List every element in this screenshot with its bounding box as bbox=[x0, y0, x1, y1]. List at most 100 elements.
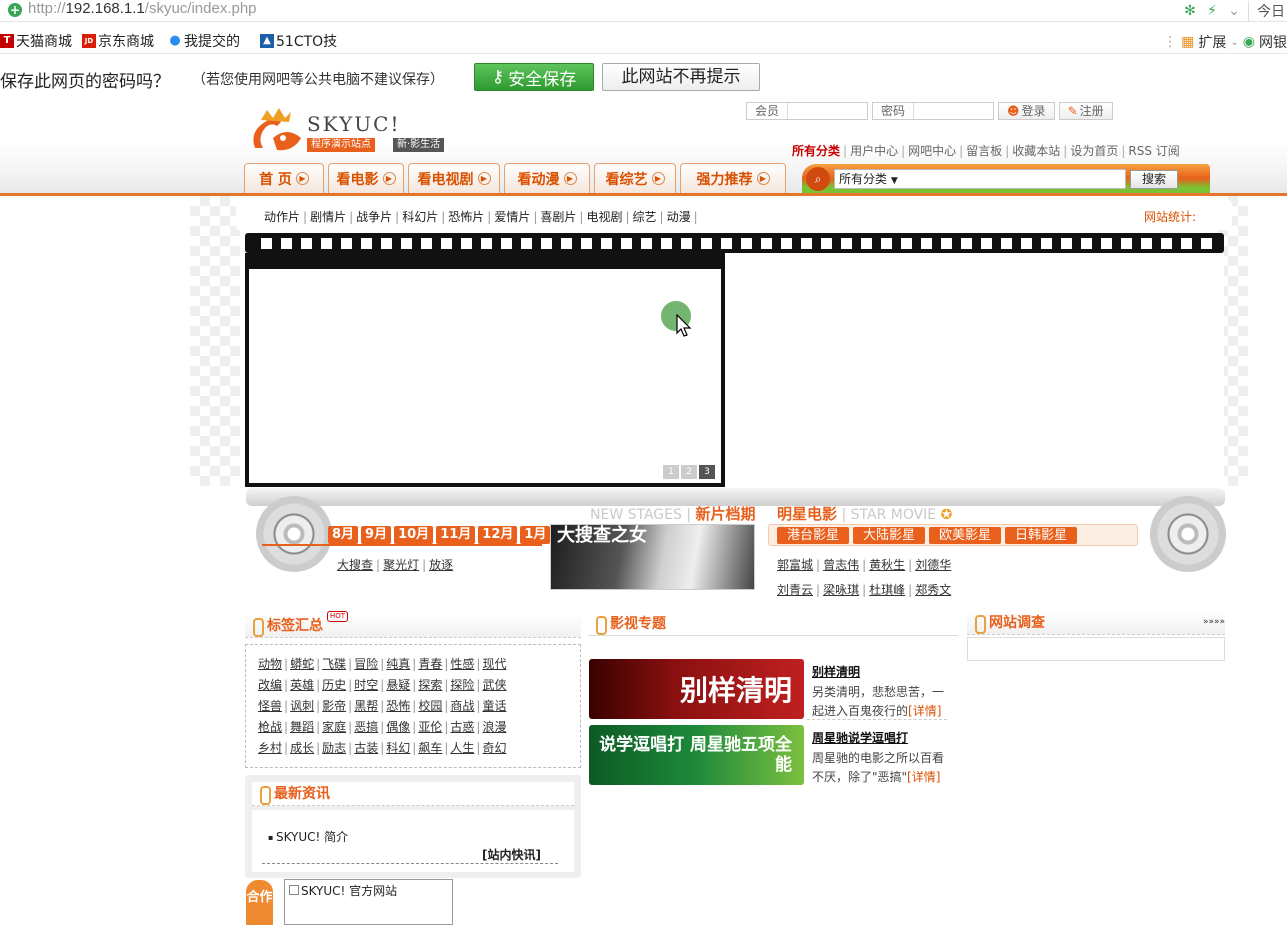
tag-link[interactable]: 影帝 bbox=[322, 699, 346, 713]
tag-link[interactable]: 浪漫 bbox=[482, 720, 506, 734]
month-tab[interactable]: 1月 bbox=[520, 526, 551, 544]
tag-link[interactable]: 纯真 bbox=[386, 657, 410, 671]
tag-link[interactable]: 探险 bbox=[450, 678, 474, 692]
never-remind-button[interactable]: 此网站不再提示 bbox=[602, 63, 760, 91]
login-button[interactable]: ☻ 登录 bbox=[998, 102, 1055, 120]
partner-image[interactable]: SKYUC! 官方网站 bbox=[284, 879, 453, 925]
news-more-link[interactable]: [站内快讯] bbox=[482, 846, 541, 863]
tag-link[interactable]: 乡村 bbox=[258, 741, 282, 755]
category-link[interactable]: 动作片 bbox=[264, 210, 300, 224]
star-tab[interactable]: 港台影星 bbox=[777, 527, 850, 544]
tag-link[interactable]: 舞蹈 bbox=[290, 720, 314, 734]
month-tab[interactable]: 9月 bbox=[361, 526, 392, 544]
tag-link[interactable]: 枪战 bbox=[258, 720, 282, 734]
category-link[interactable]: 剧情片 bbox=[310, 210, 346, 224]
top-link[interactable]: 所有分类 bbox=[792, 144, 840, 158]
category-link[interactable]: 动漫 bbox=[667, 210, 691, 224]
nav-variety[interactable]: 看综艺 ▶ bbox=[594, 163, 676, 193]
tag-link[interactable]: 英雄 bbox=[290, 678, 314, 692]
tag-link[interactable]: 亚伦 bbox=[418, 720, 442, 734]
top-link[interactable]: 网吧中心 bbox=[908, 144, 956, 158]
tag-link[interactable]: 悬疑 bbox=[386, 678, 410, 692]
top-link[interactable]: 收藏本站 bbox=[1012, 144, 1060, 158]
star-tab[interactable]: 大陆影星 bbox=[853, 527, 926, 544]
month-tab[interactable]: 11月 bbox=[436, 526, 476, 544]
tag-link[interactable]: 性感 bbox=[450, 657, 474, 671]
topic-detail-link[interactable]: [详情] bbox=[907, 770, 940, 784]
film-link[interactable]: 放逐 bbox=[429, 558, 453, 572]
fav-submitted[interactable]: ● 我提交的 bbox=[168, 32, 240, 51]
star-link[interactable]: 刘德华 bbox=[915, 558, 951, 572]
topic-detail-link[interactable]: [详情] bbox=[908, 704, 941, 718]
topic-title[interactable]: 别样清明 bbox=[812, 663, 860, 680]
tag-link[interactable]: 怪兽 bbox=[258, 699, 282, 713]
tag-link[interactable]: 现代 bbox=[482, 657, 506, 671]
top-link[interactable]: 设为首页 bbox=[1070, 144, 1118, 158]
register-button[interactable]: ✎ 注册 bbox=[1058, 102, 1113, 120]
tag-link[interactable]: 武侠 bbox=[482, 678, 506, 692]
lightning-icon[interactable]: ⚡ bbox=[1204, 3, 1220, 19]
fav-51cto[interactable]: ▲ 51CTO技 bbox=[260, 32, 337, 50]
tag-link[interactable]: 青春 bbox=[418, 657, 442, 671]
tag-link[interactable]: 讽刺 bbox=[290, 699, 314, 713]
nav-anime[interactable]: 看动漫 ▶ bbox=[504, 163, 590, 193]
tag-link[interactable]: 商战 bbox=[450, 699, 474, 713]
tag-link[interactable]: 古装 bbox=[354, 741, 378, 755]
tag-link[interactable]: 科幻 bbox=[386, 741, 410, 755]
news-item[interactable]: SKYUC! 简介 bbox=[268, 828, 348, 845]
search-button[interactable]: 搜索 bbox=[1130, 170, 1178, 189]
tag-link[interactable]: 恐怖 bbox=[386, 699, 410, 713]
nav-movies[interactable]: 看电影 ▶ bbox=[328, 163, 404, 193]
category-link[interactable]: 喜剧片 bbox=[540, 210, 576, 224]
tag-link[interactable]: 飞碟 bbox=[322, 657, 346, 671]
tag-link[interactable]: 童话 bbox=[482, 699, 506, 713]
tag-link[interactable]: 人生 bbox=[450, 741, 474, 755]
nav-recommend[interactable]: 强力推荐 ▶ bbox=[680, 163, 786, 193]
tag-link[interactable]: 家庭 bbox=[322, 720, 346, 734]
tag-link[interactable]: 动物 bbox=[258, 657, 282, 671]
password-field[interactable]: 密码 bbox=[872, 102, 995, 120]
fav-jd[interactable]: JD 京东商城 bbox=[82, 32, 154, 50]
star-link[interactable]: 郑秀文 bbox=[915, 583, 951, 597]
tag-link[interactable]: 成长 bbox=[290, 741, 314, 755]
star-tab[interactable]: 日韩影星 bbox=[1005, 527, 1078, 544]
star-link[interactable]: 曾志伟 bbox=[823, 558, 859, 572]
category-link[interactable]: 综艺 bbox=[633, 210, 657, 224]
tag-link[interactable]: 飙车 bbox=[418, 741, 442, 755]
tag-link[interactable]: 古惑 bbox=[450, 720, 474, 734]
category-link[interactable]: 战争片 bbox=[356, 210, 392, 224]
month-tab[interactable]: 12月 bbox=[478, 526, 518, 544]
film-link[interactable]: 大搜查 bbox=[337, 558, 373, 572]
bank-button[interactable]: 网银 bbox=[1259, 32, 1287, 52]
topic-banner[interactable]: 说学逗唱打 周星驰五项全能 bbox=[589, 725, 804, 785]
slide-page-button[interactable]: 1 bbox=[663, 465, 679, 479]
member-input[interactable] bbox=[787, 103, 868, 119]
film-link[interactable]: 聚光灯 bbox=[383, 558, 419, 572]
star-link[interactable]: 刘青云 bbox=[777, 583, 813, 597]
star-link[interactable]: 梁咏琪 bbox=[823, 583, 859, 597]
slide-page-button[interactable]: 2 bbox=[681, 465, 697, 479]
tag-link[interactable]: 时空 bbox=[354, 678, 378, 692]
tag-link[interactable]: 黑帮 bbox=[354, 699, 378, 713]
tag-link[interactable]: 冒险 bbox=[354, 657, 378, 671]
site-logo[interactable]: SKYUC! 程序演示站点 新·影生活 bbox=[247, 106, 457, 158]
star-link[interactable]: 杜琪峰 bbox=[869, 583, 905, 597]
tag-link[interactable]: 改编 bbox=[258, 678, 282, 692]
star-link[interactable]: 黄秋生 bbox=[869, 558, 905, 572]
refresh-icon[interactable]: ✻ bbox=[1182, 3, 1198, 19]
search-category-select[interactable]: 所有分类 ▼ bbox=[834, 169, 1126, 189]
nav-tv[interactable]: 看电视剧 ▶ bbox=[408, 163, 500, 193]
category-link[interactable]: 恐怖片 bbox=[448, 210, 484, 224]
tag-link[interactable]: 探索 bbox=[418, 678, 442, 692]
more-dots-icon[interactable]: ⋮ bbox=[1163, 34, 1177, 50]
tag-link[interactable]: 励志 bbox=[322, 741, 346, 755]
star-link[interactable]: 郭富城 bbox=[777, 558, 813, 572]
extensions-button[interactable]: 扩展 bbox=[1198, 32, 1226, 52]
fav-tmall[interactable]: T 天猫商城 bbox=[0, 32, 72, 50]
tag-link[interactable]: 偶像 bbox=[386, 720, 410, 734]
survey-more-link[interactable]: »»»» bbox=[1203, 617, 1225, 627]
tag-link[interactable]: 恶搞 bbox=[354, 720, 378, 734]
featured-slider[interactable]: 1 2 3 bbox=[245, 253, 725, 487]
chevron-down-icon[interactable]: ⌄ bbox=[1226, 3, 1242, 19]
new-film-poster[interactable]: 大搜查之女 bbox=[550, 524, 755, 590]
